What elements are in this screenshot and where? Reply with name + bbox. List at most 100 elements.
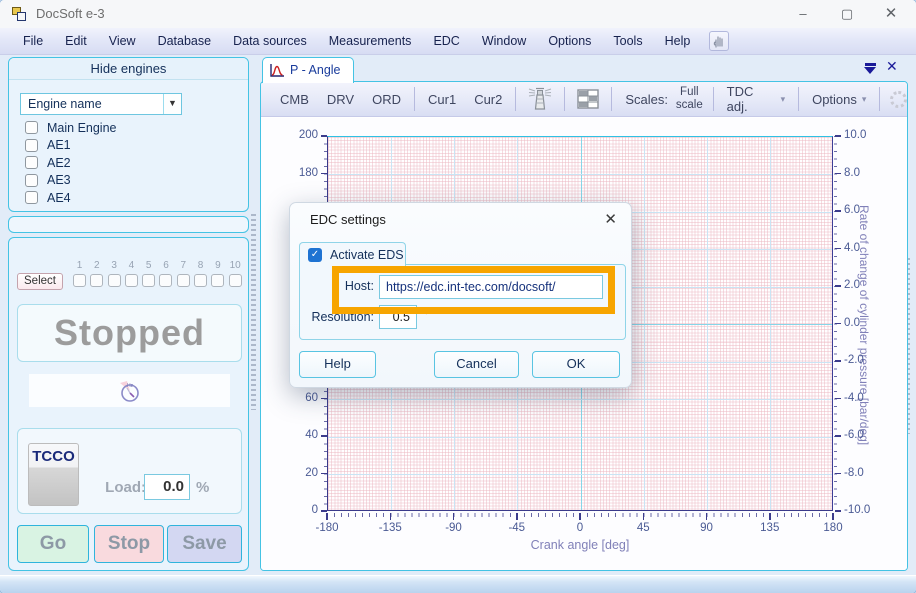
chart-toolbar: CMBDRVORD Cur1Cur2 [261,82,907,117]
maximize-button[interactable]: ▢ [830,2,864,26]
full-scale-button[interactable]: Full scale [670,86,709,112]
combo-dropdown-icon[interactable]: ▼ [163,94,181,114]
right-major-tick [835,248,841,250]
menu-item-tools[interactable]: Tools [602,28,653,54]
stop-button[interactable]: Stop [94,525,164,563]
right-major-tick [835,285,841,287]
cancel-button[interactable]: Cancel [434,351,519,378]
channel-checkbox-1[interactable] [73,274,86,287]
save-button[interactable]: Save [167,525,242,563]
activate-eds-label: Activate EDS [330,248,404,262]
x-tick-label: 45 [623,522,663,534]
ok-button[interactable]: OK [532,351,620,378]
x-tick-label: 180 [813,522,853,534]
right-tick-label: -10.0 [844,504,870,516]
gridline-h [328,437,832,438]
toolbar-button-drv[interactable]: DRV [318,92,363,107]
lighthouse-icon [528,86,552,112]
engine-row-ae2: AE2 [25,154,240,172]
menu-item-database[interactable]: Database [147,28,223,54]
engine-checkbox-ae2[interactable] [25,156,38,169]
right-major-tick [835,435,841,437]
channel-number: 3 [108,260,121,271]
window-title: DocSoft e-3 [36,0,105,28]
select-button[interactable]: Select [17,273,63,290]
minimize-button[interactable]: – [786,2,820,26]
engine-row-ae1: AE1 [25,137,240,155]
engine-row-main-engine: Main Engine [25,119,240,137]
close-button[interactable]: ✕ [874,2,908,26]
channel-checkbox-7[interactable] [177,274,190,287]
menu-item-edit[interactable]: Edit [54,28,98,54]
left-major-tick [321,398,327,400]
right-tick-label: 0.0 [844,317,860,329]
engine-list: Main EngineAE1AE2AE3AE4 [25,119,240,207]
tcco-panel: TCCO Load: 0.0 % [17,428,242,514]
channel-checkbox-6[interactable] [159,274,172,287]
toolbar-separator [798,87,799,111]
tab-list-icon[interactable] [864,63,877,74]
options-dropdown[interactable]: Options ▾ [803,92,875,107]
gauge-icon: Hz [117,378,143,404]
layout-button[interactable] [569,89,607,109]
menu-item-measurements[interactable]: Measurements [318,28,423,54]
menu-item-help[interactable]: Help [654,28,702,54]
engine-checkbox-ae4[interactable] [25,191,38,204]
dialog-close-icon[interactable]: ✕ [604,210,617,228]
menu-item-window[interactable]: Window [471,28,537,54]
load-unit: % [196,479,209,496]
engine-checkbox-ae1[interactable] [25,139,38,152]
left-major-tick [321,435,327,437]
channel-checkbox-10[interactable] [229,274,242,287]
tdc-adj-dropdown[interactable]: TDC adj. ▾ [718,84,794,114]
toolbar-button-cur2[interactable]: Cur2 [465,92,511,107]
menu-item-options[interactable]: Options [537,28,602,54]
channel-checkbox-4[interactable] [125,274,138,287]
x-axis-title: Crank angle [deg] [480,538,680,552]
left-tick-label: 20 [293,467,318,479]
help-button[interactable]: Help [299,351,376,378]
go-button[interactable]: Go [17,525,89,563]
engine-label: AE2 [47,156,71,170]
channel-checkbox-8[interactable] [194,274,207,287]
left-tick-label: 200 [293,129,318,141]
app-icon [12,6,28,22]
status-text: Stopped [54,312,205,353]
activate-eds-checkbox[interactable]: ✓ Activate EDS [299,242,406,266]
channel-number: 2 [90,260,103,271]
toolbar-button-cmb[interactable]: CMB [271,92,318,107]
menu-item-file[interactable]: File [12,28,54,54]
channel-checkbox-2[interactable] [90,274,103,287]
x-tick-label: 135 [750,522,790,534]
tab-p-angle[interactable]: P - Angle [262,57,354,83]
right-major-tick [835,173,841,175]
left-major-tick [321,473,327,475]
hand-tool-button[interactable] [709,31,729,51]
left-splitter-handle[interactable] [251,214,256,410]
engine-checkbox-main-engine[interactable] [25,121,38,134]
toolbar-button-cur1[interactable]: Cur1 [419,92,465,107]
control-panel: 12345678910 Select Stopped Hz TCCO Load:… [8,237,249,571]
x-tick-label: -135 [370,522,410,534]
menu-item-view[interactable]: View [98,28,147,54]
menu-item-data-sources[interactable]: Data sources [222,28,318,54]
tcco-button[interactable]: TCCO [28,443,79,506]
dialog-title: EDC settings [310,212,386,227]
gridline-h [328,474,832,475]
toolbar-button-ord[interactable]: ORD [363,92,410,107]
engine-label: Main Engine [47,121,117,135]
engine-name-combobox[interactable]: Engine name ▼ [20,93,182,115]
checked-checkbox-icon[interactable]: ✓ [308,248,322,262]
engine-checkbox-ae3[interactable] [25,174,38,187]
channel-number: 4 [125,260,138,271]
x-tick-label: 90 [687,522,727,534]
channel-checkbox-3[interactable] [108,274,121,287]
menu-item-edc[interactable]: EDC [422,28,470,54]
channel-checkbox-5[interactable] [142,274,155,287]
channel-checkbox-9[interactable] [211,274,224,287]
load-input[interactable]: 0.0 [144,474,190,500]
hide-engines-button[interactable]: Hide engines [9,58,248,80]
tab-close-icon[interactable]: ✕ [886,58,898,75]
beacon-button[interactable] [520,86,560,112]
engine-label: AE1 [47,138,71,152]
